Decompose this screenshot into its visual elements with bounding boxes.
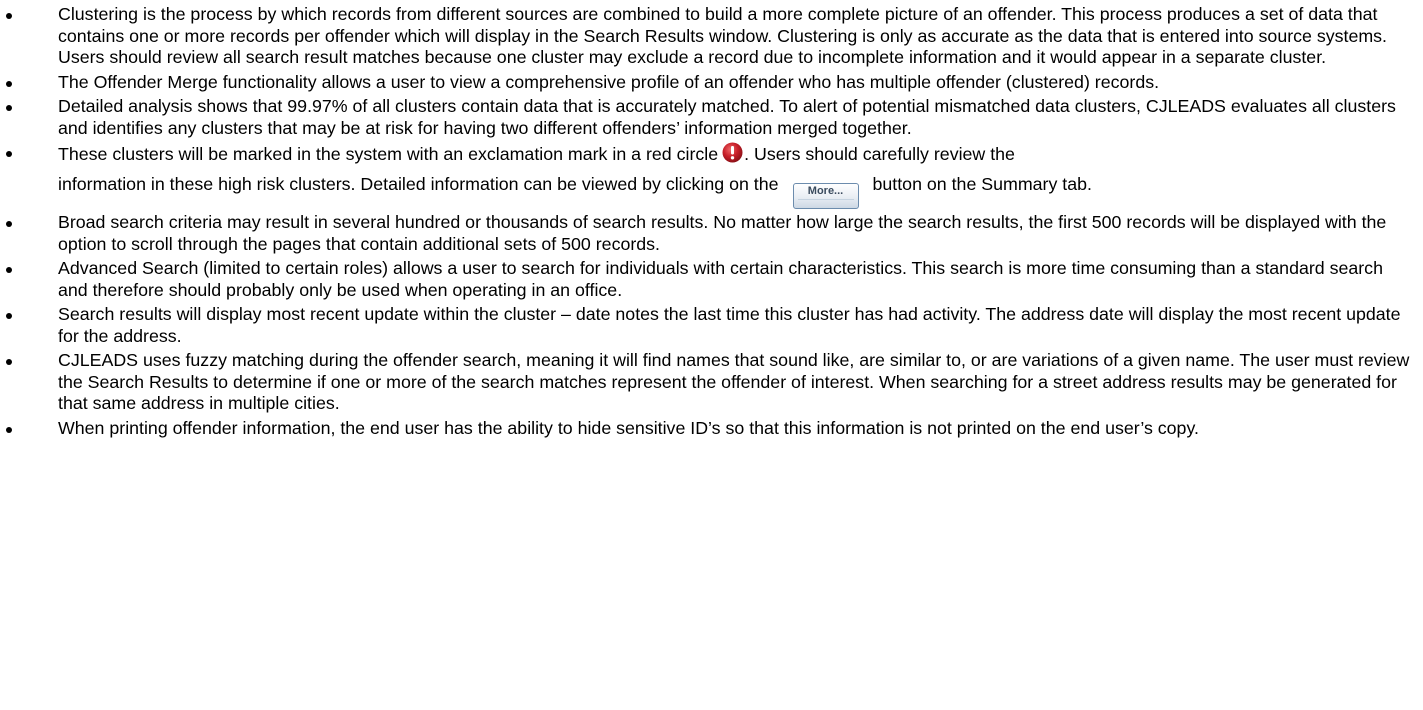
list-item: The Offender Merge functionality allows … [0,72,1415,94]
bullet-icon [6,426,12,433]
bullet-text: Detailed analysis shows that 99.97% of a… [58,96,1396,138]
bullet-text: These clusters will be marked in the sys… [58,144,719,164]
bullet-text: button on the Summary tab. [872,174,1092,194]
button-shine [797,199,854,209]
bullet-text: When printing offender information, the … [58,417,1199,438]
more-button-label: More... [807,185,844,197]
bullet-icon [6,151,12,157]
bullet-icon [6,105,12,111]
list-item: When printing offender information, the … [0,418,1415,440]
bullet-icon [6,313,12,319]
list-item: Broad search criteria may result in seve… [0,212,1415,255]
bullet-icon [6,359,12,365]
list-item: Detailed analysis shows that 99.97% of a… [0,96,1415,139]
bullet-icon [6,13,12,19]
bullet-text: CJLEADS uses fuzzy matching during the o… [58,350,1410,413]
bullet-icon [6,267,12,273]
list-item: Clustering is the process by which recor… [0,4,1415,69]
bullet-icon [6,80,12,87]
bullet-text: information in these high risk clusters.… [58,174,779,194]
line-spacer [58,165,1415,173]
bullet-text: Clustering is the process by which recor… [58,4,1387,67]
bullet-icon [6,221,12,227]
alert-exclamation-icon [722,142,743,163]
bullet-text: Broad search criteria may result in seve… [58,212,1387,254]
bullet-text: . Users should carefully review the [744,144,1015,164]
bullet-text: Advanced Search (limited to certain role… [58,258,1383,300]
list-item: Advanced Search (limited to certain role… [0,258,1415,301]
list-item: Search results will display most recent … [0,304,1415,347]
bullet-text: Search results will display most recent … [58,304,1401,346]
list-item: CJLEADS uses fuzzy matching during the o… [0,350,1415,415]
document-page: Clustering is the process by which recor… [0,0,1423,710]
more-button[interactable]: More... [792,183,859,209]
bullet-list: Clustering is the process by which recor… [0,4,1415,439]
list-item: These clusters will be marked in the sys… [0,142,1415,209]
bullet-text: The Offender Merge functionality allows … [58,71,1160,92]
